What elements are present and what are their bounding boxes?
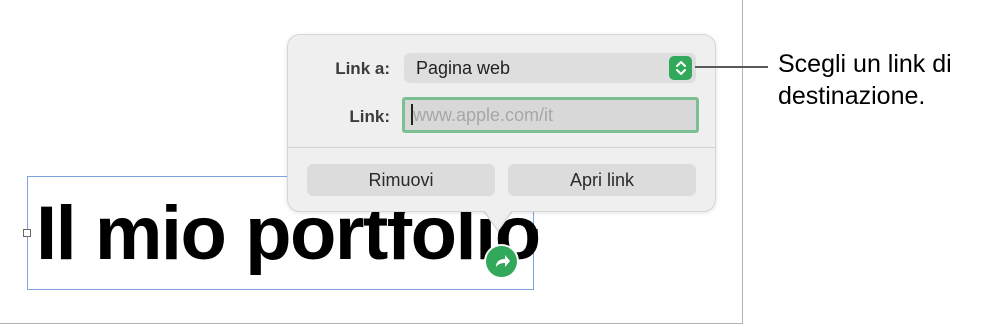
link-to-label: Link a: <box>335 59 390 78</box>
link-url-field[interactable] <box>402 97 699 133</box>
callout-text: Scegli un link di destinazione. <box>778 50 952 110</box>
link-badge[interactable] <box>484 244 519 279</box>
link-label: Link: <box>349 107 390 126</box>
stage: Il mio portfolio Link a: Pagina web Link… <box>0 0 992 327</box>
link-popover: Link a: Pagina web Link: Rimuovi Apri li… <box>287 34 716 212</box>
link-type-select[interactable]: Pagina web <box>404 53 696 83</box>
text-cursor <box>411 104 413 125</box>
up-down-chevron-icon[interactable] <box>669 56 692 80</box>
link-type-value: Pagina web <box>416 58 511 78</box>
resize-handle-left[interactable] <box>23 229 31 237</box>
callout-line <box>695 66 768 68</box>
remove-link-button[interactable]: Rimuovi <box>307 164 495 196</box>
curved-arrow-icon <box>486 246 517 277</box>
open-link-button[interactable]: Apri link <box>508 164 696 196</box>
popover-divider <box>288 147 715 148</box>
popover-arrow <box>484 210 512 230</box>
